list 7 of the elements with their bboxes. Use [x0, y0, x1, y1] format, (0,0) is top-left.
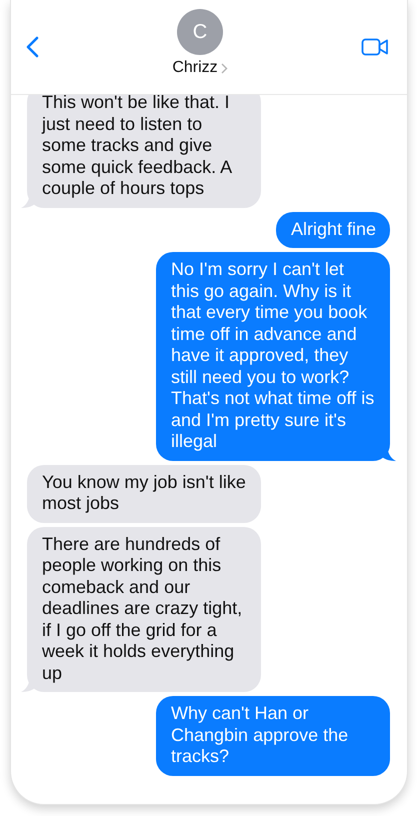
received-message: There are hundreds of people working on this comeback and our deadlines are crazy tight, if I go off the grid for a week it holds everything up [21, 526, 261, 692]
received-message: This won't be like that. I just need to listen to some tracks and give some quick feedback. A couple of hours tops [21, 95, 261, 208]
chevron-icon [220, 62, 228, 74]
contact-name[interactable]: Chrizz [172, 59, 228, 77]
back-button[interactable] [25, 36, 39, 58]
sent-message: No I'm sorry I can't let this go again. Why is it that every time you book time off in advance and have it approved, they still need you to work? That's not what time off is and I'm pretty sure it's illegal [156, 252, 396, 460]
video-call-button[interactable] [361, 37, 389, 57]
